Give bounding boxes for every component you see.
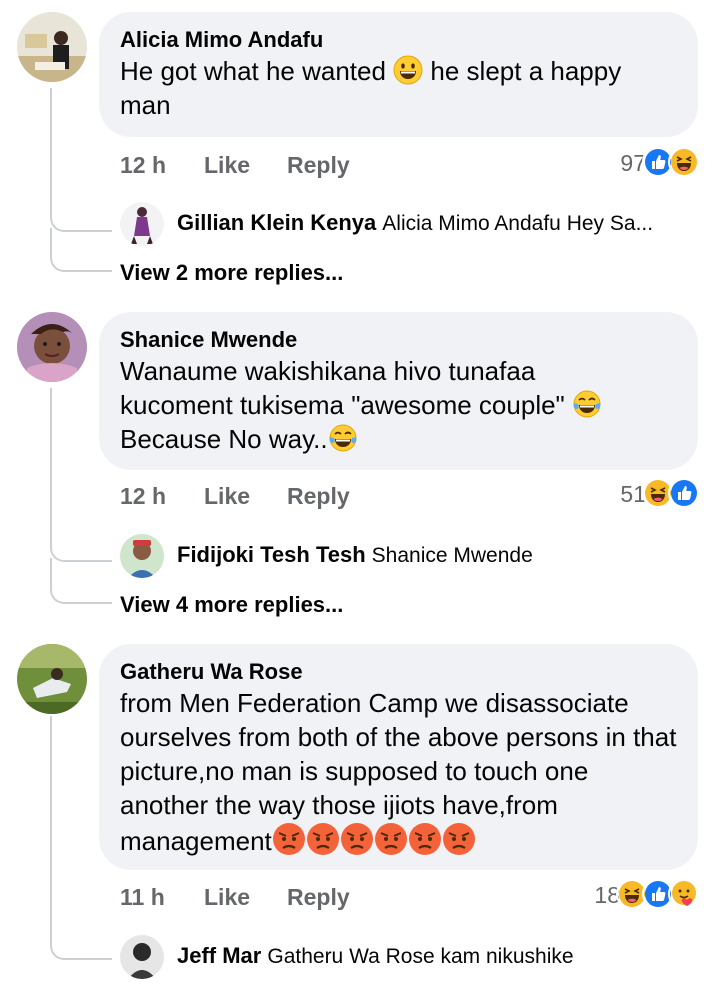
comment-author[interactable]: Gatheru Wa Rose [120,658,680,686]
avatar[interactable] [120,202,164,246]
reply-text: Gatheru Wa Rose kam nikushike [267,945,574,968]
comment-time[interactable]: 12 h [120,483,166,510]
avatar-photo [17,12,87,82]
comment-bubble: Shanice Mwende Wanaume wakishikana hivo … [99,312,698,470]
thread-branch [50,572,112,604]
reply-button[interactable]: Reply [287,152,350,179]
comment-time[interactable]: 11 h [120,884,165,911]
reply-item[interactable]: Fidijoki Tesh Tesh Shanice Mwende [120,534,710,578]
reply-item[interactable]: Jeff Mar Gatheru Wa Rose kam nikushike [120,935,710,979]
comment-bubble: Alicia Mimo Andafu He got what he wanted… [99,12,698,137]
like-button[interactable]: Like [204,152,250,179]
thread-branch [50,240,112,272]
view-more-replies-link[interactable]: View 2 more replies... [120,260,343,286]
reaction-summary[interactable] [616,878,700,910]
avatar-photo [120,534,164,578]
comment-actions: 11 h Like Reply 18 [120,878,700,918]
angry-emoji-icon [374,822,408,856]
view-more-replies-link[interactable]: View 4 more replies... [120,592,343,618]
comment-actions: 12 h Like Reply 97 [120,146,700,186]
like-reaction-icon [668,477,700,509]
thread-branch [50,200,112,232]
thread-branch [50,928,112,960]
reply-button[interactable]: Reply [287,884,350,911]
reply-author[interactable]: Fidijoki Tesh Tesh [177,542,366,567]
thread-branch [50,530,112,562]
angry-emoji-group [272,826,476,856]
comment-bubble: Gatheru Wa Rose from Men Federation Camp… [99,644,698,870]
comment-time[interactable]: 12 h [120,152,166,179]
comment-actions: 12 h Like Reply 51 [120,477,700,517]
comment-author[interactable]: Shanice Mwende [120,326,678,354]
angry-emoji-icon [272,822,306,856]
grinning-emoji-icon [393,55,423,85]
tears-of-joy-emoji-icon [328,423,358,453]
tears-of-joy-emoji-icon [572,389,602,419]
avatar-photo [17,312,87,382]
avatar[interactable] [120,534,164,578]
reply-author[interactable]: Jeff Mar [177,943,261,968]
avatar-photo [120,935,164,979]
avatar-photo [17,644,87,714]
like-button[interactable]: Like [204,884,250,911]
comment-author[interactable]: Alicia Mimo Andafu [120,26,678,54]
reply-item[interactable]: Gillian Klein Kenya Alicia Mimo Andafu He… [120,202,710,246]
avatar[interactable] [17,312,87,382]
angry-emoji-icon [306,822,340,856]
comment-text: from Men Federation Camp we disassociate… [120,688,677,856]
thread-line [50,388,52,538]
thread-line [50,88,52,208]
reply-text: Alicia Mimo Andafu Hey Sa... [382,212,654,235]
reaction-summary[interactable] [642,146,700,178]
angry-emoji-icon [442,822,476,856]
reply-button[interactable]: Reply [287,483,350,510]
thread-line [50,716,52,936]
angry-emoji-icon [408,822,442,856]
care-reaction-icon [668,878,700,910]
reply-author[interactable]: Gillian Klein Kenya [177,210,376,235]
angry-emoji-icon [340,822,374,856]
reaction-summary[interactable] [642,477,700,509]
haha-reaction-icon [668,146,700,178]
avatar-photo [120,202,164,246]
avatar[interactable] [17,644,87,714]
comment-text: Wanaume wakishikana hivo tunafaa kucomen… [120,354,678,456]
comment-text: He got what he wanted he slept a happy m… [120,55,622,120]
avatar[interactable] [17,12,87,82]
reply-text: Shanice Mwende [371,544,533,567]
avatar[interactable] [120,935,164,979]
like-button[interactable]: Like [204,483,250,510]
